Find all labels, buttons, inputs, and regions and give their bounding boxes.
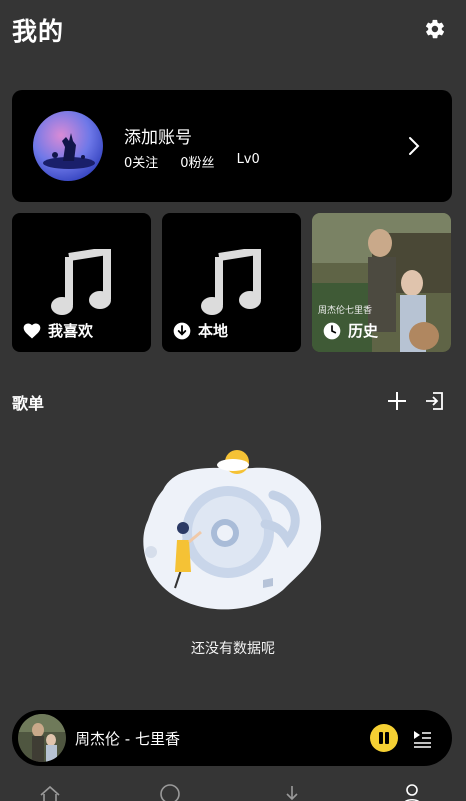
pause-button[interactable]: [370, 724, 398, 752]
local-tile[interactable]: 本地: [162, 213, 301, 352]
empty-state-illustration: [143, 450, 322, 610]
playlist-queue-icon[interactable]: [412, 728, 432, 748]
account-stats: 0关注 0粉丝 Lv0: [124, 152, 260, 171]
account-card[interactable]: 添加账号 0关注 0粉丝 Lv0: [12, 90, 452, 202]
empty-state-text: 还没有数据呢: [191, 641, 275, 657]
heart-icon: [23, 323, 41, 338]
tile-label: 本地: [172, 320, 228, 341]
chevron-right-icon[interactable]: [408, 136, 420, 156]
tile-label: 历史: [322, 320, 378, 341]
favorites-tile[interactable]: 我喜欢: [12, 213, 151, 352]
playlist-header: 歌单: [12, 388, 452, 414]
download-circle-icon: [173, 322, 191, 339]
download-icon[interactable]: [281, 783, 303, 801]
fans-count[interactable]: 0粉丝: [180, 152, 214, 171]
bottom-nav: [0, 778, 466, 801]
level-badge: Lv0: [236, 152, 260, 167]
add-icon[interactable]: [386, 390, 408, 412]
svg-text:周杰伦七里香: 周杰伦七里香: [318, 304, 372, 316]
header: 我的: [0, 0, 466, 60]
import-icon[interactable]: [424, 390, 446, 412]
account-name[interactable]: 添加账号: [124, 123, 192, 148]
home-icon[interactable]: [39, 783, 61, 801]
now-playing-cover[interactable]: [18, 714, 66, 762]
playlist-title: 歌单: [12, 394, 45, 413]
tile-label: 我喜欢: [22, 320, 93, 341]
follow-count[interactable]: 0关注: [124, 152, 158, 171]
profile-icon[interactable]: [401, 783, 423, 801]
mini-player[interactable]: 周杰伦 - 七里香: [12, 710, 452, 766]
page-title: 我的: [12, 17, 65, 46]
music-note-icon: [51, 249, 111, 315]
now-playing-title[interactable]: 周杰伦 - 七里香: [75, 728, 180, 749]
gear-icon[interactable]: [424, 18, 446, 40]
discover-icon[interactable]: [159, 783, 181, 801]
clock-icon: [323, 322, 341, 339]
history-tile[interactable]: 周杰伦七里香 历史: [312, 213, 451, 352]
music-note-icon: [201, 249, 261, 315]
avatar[interactable]: [33, 111, 103, 181]
